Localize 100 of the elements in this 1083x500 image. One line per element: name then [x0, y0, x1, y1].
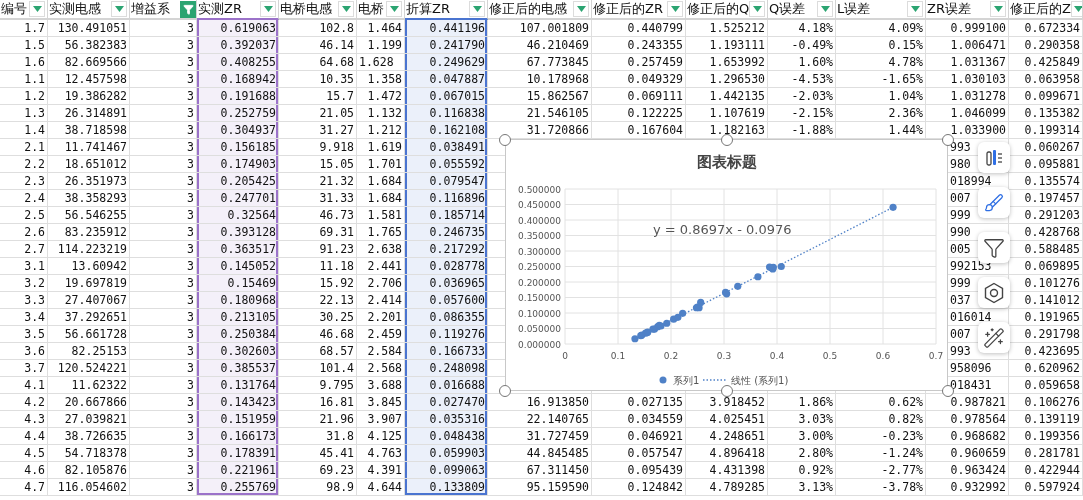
table-cell: 1.1 [24, 72, 45, 86]
table-cell: 0.393128 [220, 225, 276, 239]
table-cell: 0.027470 [429, 395, 485, 409]
table-cell: 3.00% [798, 429, 833, 443]
y-axis-label: 0.200000 [518, 277, 561, 288]
table-cell: 1.006471 [950, 38, 1006, 52]
y-axis-label: 0.150000 [518, 293, 561, 303]
table-cell: 3 [187, 106, 194, 120]
table-cell: 4.18% [798, 21, 833, 35]
table-cell: 0.968682 [950, 429, 1006, 443]
table-cell: 0.392037 [220, 38, 276, 52]
table-cell: 0.095439 [627, 463, 683, 477]
table-cell: 990 [950, 225, 971, 239]
table-cell: 1.107619 [709, 106, 765, 120]
table-cell: 1.046099 [950, 106, 1006, 120]
table-cell: 31.27 [319, 123, 354, 137]
table-cell: 11.62322 [71, 378, 127, 392]
table-cell: 0.213105 [220, 310, 276, 324]
table-cell: 0.191688 [220, 89, 276, 103]
table-cell: 21.05 [319, 106, 354, 120]
table-cell: 3.7 [24, 361, 45, 375]
table-cell: 1.3 [24, 106, 45, 120]
table-cell: 0.016688 [429, 378, 485, 392]
table-cell: 2.1 [24, 140, 45, 154]
table-cell: 27.039821 [64, 412, 127, 426]
table-cell: 3 [187, 140, 194, 154]
table-cell: 15.862567 [526, 89, 589, 103]
table-cell: 0.408255 [220, 55, 276, 69]
table-cell: 1.4 [24, 123, 45, 137]
table-cell: 2.706 [367, 276, 402, 290]
x-axis-label: 0.4 [769, 351, 785, 361]
table-cell: 1.5 [24, 38, 45, 52]
table-cell: 1.60% [798, 55, 833, 69]
y-axis-label: 0.350000 [518, 231, 561, 241]
table-cell: 1.472 [367, 89, 402, 103]
table-cell: 0.145052 [220, 259, 276, 273]
table-cell: 3.2 [24, 276, 45, 290]
table-cell: 4.4 [24, 429, 45, 443]
table-cell: 0.166173 [220, 429, 276, 443]
y-axis-label: 0.050000 [518, 324, 561, 334]
table-cell: 0.619063 [220, 21, 276, 35]
table-cell: 4.431398 [709, 463, 765, 477]
table-cell: 3.6 [24, 344, 45, 358]
table-cell: 1.581 [367, 208, 402, 222]
table-cell: 0.597924 [1024, 480, 1080, 494]
table-cell: 0.046921 [627, 429, 683, 443]
table-cell: 1.030103 [950, 72, 1006, 86]
y-axis-label: 0.000000 [518, 339, 561, 350]
table-cell: 1.44% [888, 123, 923, 137]
table-cell: 1.031367 [950, 55, 1006, 69]
table-cell: 0.302603 [220, 344, 276, 358]
table-cell: 0.441196 [429, 21, 485, 35]
table-cell: 0.101276 [1024, 276, 1080, 290]
table-cell: -2.77% [881, 463, 923, 477]
table-cell: 3 [187, 242, 194, 256]
table-cell: 980 [950, 157, 971, 171]
table-cell: 4.7 [24, 480, 45, 494]
table-cell: 38.358293 [64, 191, 127, 205]
table-cell: 16.81 [319, 395, 354, 409]
legend-label: 线性 (系列1) [731, 375, 789, 386]
table-cell: 91.23 [319, 242, 354, 256]
table-cell: 1.296530 [709, 72, 765, 86]
table-cell: 3 [187, 378, 194, 392]
table-cell: 31.33 [319, 191, 354, 205]
table-cell: 0.291203 [1024, 208, 1080, 222]
table-cell: 2.459 [367, 327, 402, 341]
table-cell: 107.001809 [519, 21, 589, 35]
table-cell: 0.167604 [627, 123, 683, 137]
table-cell: 46.68 [319, 327, 354, 341]
table-cell: 0.099063 [429, 463, 485, 477]
table-cell: 3.03% [798, 412, 833, 426]
table-cell: 0.141012 [1024, 293, 1080, 307]
table-cell: -3.78% [881, 480, 923, 494]
table-cell: 82.669566 [64, 55, 127, 69]
table-cell: 0.960659 [950, 446, 1006, 460]
table-cell: 1.193111 [709, 38, 765, 52]
table-cell: 018431 [950, 378, 992, 392]
table-cell: 0.059658 [1024, 378, 1080, 392]
table-cell: 9.918 [319, 140, 354, 154]
table-cell: 1.033900 [950, 123, 1006, 137]
table-cell: 0.243355 [627, 38, 683, 52]
table-cell: 0.180968 [220, 293, 276, 307]
table-cell: 56.661728 [64, 327, 127, 341]
table-cell: 0.057600 [429, 293, 485, 307]
table-cell: 1.6 [24, 55, 45, 69]
y-axis-label: 0.100000 [518, 308, 561, 319]
table-cell: 45.41 [319, 446, 354, 460]
table-cell: 1.684 [367, 191, 402, 205]
table-cell: 3 [187, 463, 194, 477]
table-cell: 1.86% [798, 395, 833, 409]
table-cell: 0.92% [798, 463, 833, 477]
table-cell: 130.491051 [57, 21, 127, 35]
table-cell: 3 [187, 174, 194, 188]
table-cell: 10.35 [319, 72, 354, 86]
table-cell: 0.423695 [1024, 344, 1080, 358]
table-cell: 0.252759 [220, 106, 276, 120]
y-axis-label: 0.300000 [518, 246, 561, 257]
table-cell: 4.1 [24, 378, 45, 392]
table-cell: 19.697819 [64, 276, 127, 290]
table-cell: 0.428768 [1024, 225, 1080, 239]
